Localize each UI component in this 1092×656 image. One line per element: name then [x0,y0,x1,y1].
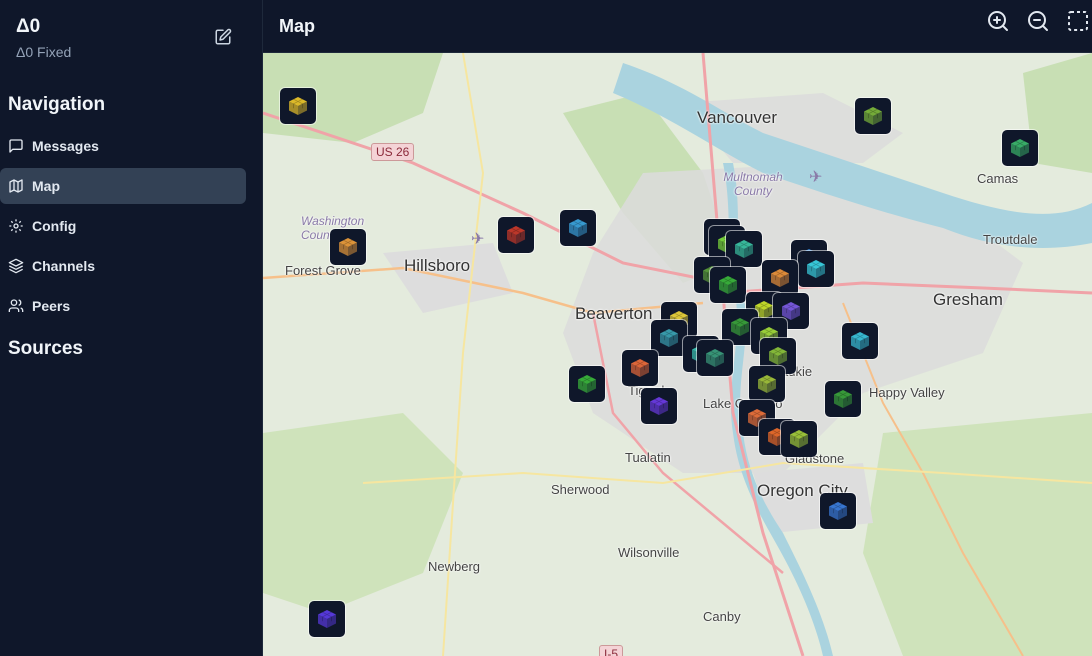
cube-icon [631,359,649,377]
node-marker[interactable] [820,493,856,529]
users-icon [8,298,24,314]
county-label: Multnomah County [723,170,783,198]
cube-icon [569,219,587,237]
node-marker[interactable] [1002,130,1038,166]
node-marker[interactable] [309,601,345,637]
highway-shield: US 26 [371,143,415,161]
place-label: Vancouver [697,108,778,127]
cube-icon [834,390,852,408]
node-header: Δ0 Δ0 Fixed [0,0,262,76]
sidebar-item-channels[interactable]: Channels [0,248,246,284]
node-marker[interactable] [762,260,798,296]
cube-icon [735,240,753,258]
node-marker[interactable] [560,210,596,246]
cube-icon [578,375,596,393]
cube-icon [1011,139,1029,157]
node-status: Δ0 Fixed [16,44,72,60]
cube-icon [731,318,749,336]
sidebar: Δ0 Δ0 Fixed Navigation Messages Map Conf… [0,0,263,656]
node-marker[interactable] [569,366,605,402]
node-marker[interactable] [498,217,534,253]
sidebar-item-label: Map [32,178,60,194]
place-label: Camas [977,171,1019,186]
sidebar-item-label: Config [32,218,77,234]
sidebar-item-map[interactable]: Map [0,168,246,204]
airport-icon: ✈ [471,231,485,248]
place-label: Canby [703,609,741,624]
sidebar-item-config[interactable]: Config [0,208,246,244]
node-marker[interactable] [710,267,746,303]
place-label: Hillsboro [404,256,471,275]
cube-icon [851,332,869,350]
node-marker[interactable] [622,350,658,386]
node-marker[interactable] [855,98,891,134]
node-name: Δ0 [16,16,41,37]
place-label: Beaverton [575,304,653,323]
zoom-out-icon[interactable] [1026,9,1050,33]
app-root: Δ0 Δ0 Fixed Navigation Messages Map Conf… [0,0,1092,656]
navigation-title: Navigation [8,94,106,115]
sidebar-item-peers[interactable]: Peers [0,288,246,324]
node-marker[interactable] [749,366,785,402]
cube-icon [660,329,678,347]
select-area-icon[interactable] [1066,9,1090,33]
node-marker[interactable] [842,323,878,359]
node-marker[interactable] [825,381,861,417]
sidebar-item-label: Channels [32,258,96,274]
cube-icon [719,276,737,294]
zoom-in-icon[interactable] [986,9,1010,33]
place-label: Wilsonville [618,545,680,560]
node-marker[interactable] [641,388,677,424]
main-panel: Map Vancouver Hillsboro Forest Grove Bea… [263,0,1092,656]
place-label: Sherwood [551,482,610,497]
cube-icon [706,349,724,367]
node-marker[interactable] [798,251,834,287]
sidebar-item-label: Messages [32,138,99,154]
place-label: Tualatin [625,450,671,465]
top-bar: Map [263,0,1092,53]
page-title: Map [279,15,315,36]
layers-icon [8,258,24,274]
map-icon [8,178,24,194]
place-label: Forest Grove [285,263,361,278]
cube-icon [829,502,847,520]
sidebar-item-label: Peers [32,298,71,314]
edit-icon[interactable] [214,28,232,46]
cube-icon [289,97,307,115]
airport-icon: ✈ [809,169,823,186]
map-toolbar [970,9,1090,33]
gear-icon [8,218,24,234]
node-marker[interactable] [280,88,316,124]
sources-title: Sources [8,338,83,359]
place-label: Newberg [428,559,481,574]
cube-icon [771,269,789,287]
cube-icon [318,610,336,628]
cube-icon [864,107,882,125]
cube-icon [650,397,668,415]
cube-icon [507,226,525,244]
cube-icon [339,238,357,256]
map-canvas[interactable]: Vancouver Hillsboro Forest Grove Beavert… [263,53,1092,656]
cube-icon [769,347,787,365]
node-marker[interactable] [697,340,733,376]
message-square-icon [8,138,24,154]
highway-shield: I-5 [599,645,624,656]
place-label: Troutdale [983,232,1038,247]
place-label: Gresham [933,290,1003,309]
place-label: Happy Valley [869,385,945,400]
node-marker[interactable] [330,229,366,265]
cube-icon [807,260,825,278]
cube-icon [758,375,776,393]
sidebar-item-messages[interactable]: Messages [0,128,246,164]
node-marker[interactable] [726,231,762,267]
cube-icon [790,430,808,448]
node-marker[interactable] [781,421,817,457]
